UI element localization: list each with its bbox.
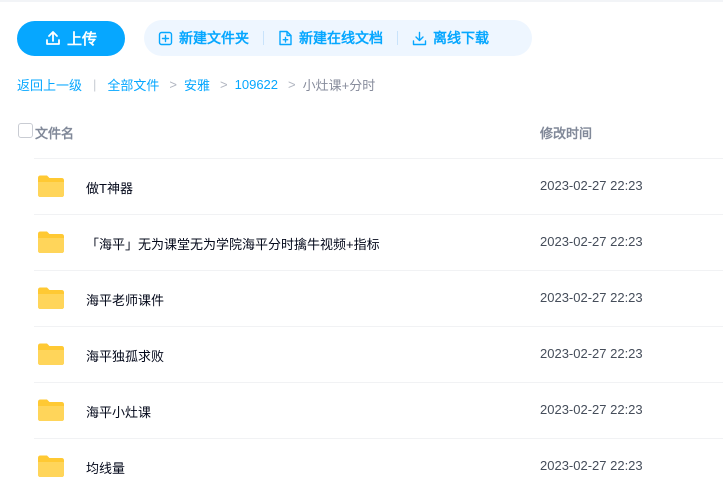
action-group: 新建文件夹 新建在线文档 离线下载 — [144, 20, 532, 56]
folder-icon — [38, 287, 64, 309]
row-divider — [34, 382, 723, 383]
breadcrumb-item-anya[interactable]: 安雅 — [184, 75, 210, 94]
file-name[interactable]: 「海平」无为课堂无为学院海平分时擒牛视频+指标 — [86, 234, 380, 253]
offline-download-label: 离线下载 — [433, 30, 489, 46]
file-modified: 2023-02-27 22:23 — [540, 346, 643, 361]
select-all-checkbox[interactable] — [18, 123, 33, 138]
row-divider — [34, 214, 723, 215]
top-border — [0, 0, 723, 2]
file-name[interactable]: 做T神器 — [86, 178, 133, 197]
row-divider — [34, 270, 723, 271]
table-row[interactable]: 做T神器 2023-02-27 22:23 — [0, 158, 723, 214]
file-name[interactable]: 海平小灶课 — [86, 402, 151, 421]
new-online-doc-button[interactable]: 新建在线文档 — [278, 28, 383, 48]
offline-download-button[interactable]: 离线下载 — [412, 28, 489, 48]
chevron-right-icon: > — [220, 76, 228, 92]
table-row[interactable]: 海平老师课件 2023-02-27 22:23 — [0, 270, 723, 326]
row-divider — [34, 158, 723, 159]
download-icon — [412, 31, 427, 45]
breadcrumb-divider: | — [93, 76, 97, 92]
breadcrumb-all-files[interactable]: 全部文件 — [107, 75, 159, 94]
file-modified: 2023-02-27 22:23 — [540, 402, 643, 417]
chevron-right-icon: > — [288, 76, 296, 92]
folder-icon — [38, 399, 64, 421]
file-modified: 2023-02-27 22:23 — [540, 178, 643, 193]
file-name[interactable]: 海平老师课件 — [86, 290, 164, 309]
file-list: 做T神器 2023-02-27 22:23 「海平」无为课堂无为学院海平分时擒牛… — [0, 158, 723, 494]
upload-button[interactable]: 上传 — [17, 20, 125, 56]
row-divider — [34, 326, 723, 327]
breadcrumb-item-109622[interactable]: 109622 — [235, 77, 278, 92]
table-row[interactable]: 均线量 2023-02-27 22:23 — [0, 438, 723, 494]
new-online-doc-label: 新建在线文档 — [299, 30, 383, 46]
breadcrumb: 返回上一级 | 全部文件 > 安雅 > 109622 > 小灶课+分时 — [17, 75, 375, 93]
toolbar: 上传 新建文件夹 新建在线文档 离线下载 — [17, 20, 532, 56]
chevron-right-icon: > — [169, 76, 178, 92]
action-divider — [263, 31, 264, 45]
folder-icon — [38, 175, 64, 197]
table-row[interactable]: 「海平」无为课堂无为学院海平分时擒牛视频+指标 2023-02-27 22:23 — [0, 214, 723, 270]
folder-icon — [38, 455, 64, 477]
row-divider — [34, 438, 723, 439]
upload-label: 上传 — [66, 30, 97, 48]
breadcrumb-current: 小灶课+分时 — [302, 77, 376, 93]
table-header: 文件名 修改时间 — [0, 118, 723, 146]
upload-icon — [46, 31, 60, 45]
table-row[interactable]: 海平小灶课 2023-02-27 22:23 — [0, 382, 723, 438]
new-online-doc-icon — [279, 30, 292, 46]
new-folder-button[interactable]: 新建文件夹 — [158, 28, 249, 48]
folder-icon — [38, 231, 64, 253]
file-modified: 2023-02-27 22:23 — [540, 290, 643, 305]
new-folder-label: 新建文件夹 — [179, 30, 249, 46]
new-folder-icon — [158, 31, 173, 45]
file-name[interactable]: 海平独孤求败 — [86, 346, 164, 365]
folder-icon — [38, 343, 64, 365]
back-link[interactable]: 返回上一级 — [17, 75, 82, 94]
file-modified: 2023-02-27 22:23 — [540, 458, 643, 473]
column-header-name[interactable]: 文件名 — [35, 123, 74, 142]
action-divider — [397, 31, 398, 45]
table-row[interactable]: 海平独孤求败 2023-02-27 22:23 — [0, 326, 723, 382]
file-name[interactable]: 均线量 — [86, 458, 125, 477]
file-modified: 2023-02-27 22:23 — [540, 234, 643, 249]
column-header-modified[interactable]: 修改时间 — [540, 123, 592, 142]
